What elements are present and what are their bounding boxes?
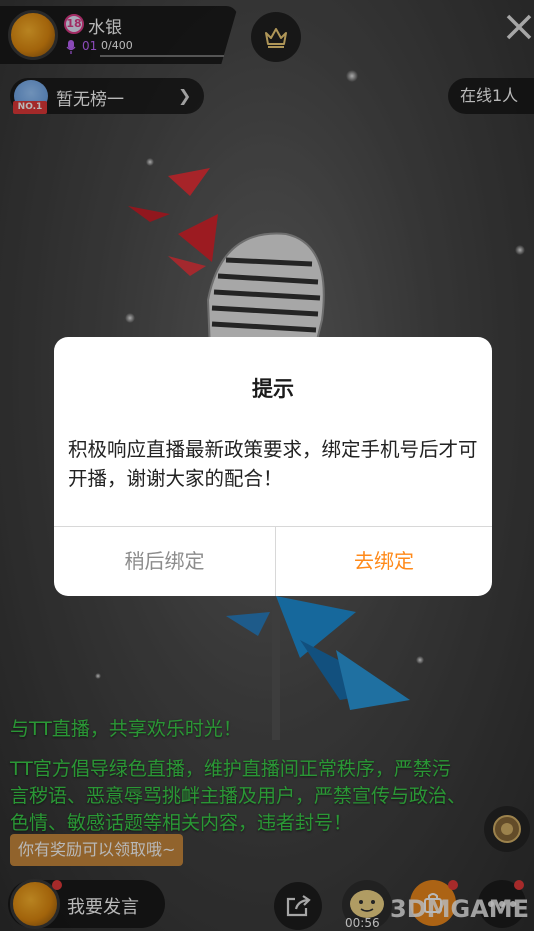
bind-later-button[interactable]: 稍后绑定 (54, 527, 275, 596)
dialog-message: 积极响应直播最新政策要求，绑定手机号后才可开播，谢谢大家的配合！ (68, 438, 478, 490)
bind-phone-dialog: 提示 积极响应直播最新政策要求，绑定手机号后才可开播，谢谢大家的配合！ 稍后绑定… (54, 337, 492, 596)
bind-now-button[interactable]: 去绑定 (276, 527, 492, 596)
dialog-title: 提示 (252, 377, 294, 401)
